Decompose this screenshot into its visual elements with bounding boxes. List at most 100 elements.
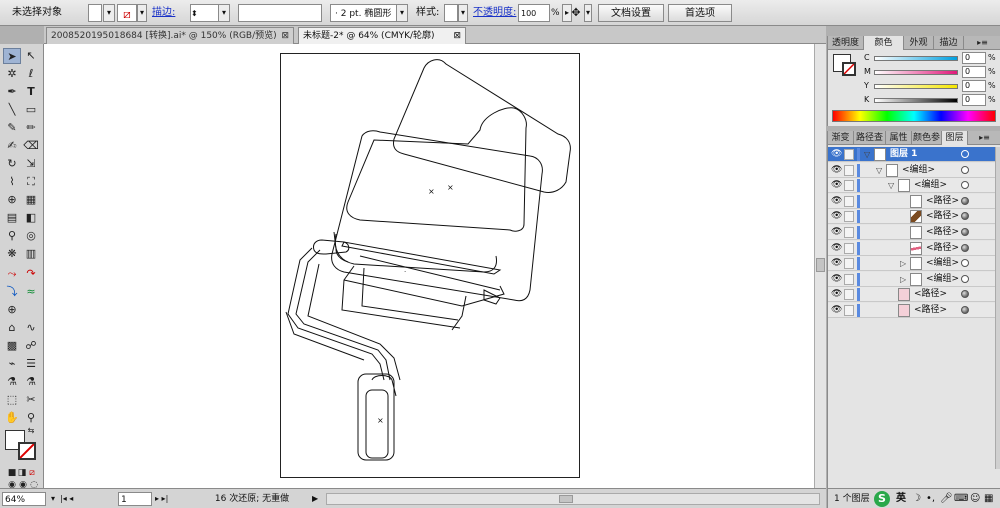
rotate-tool-icon[interactable]: ↻: [3, 156, 21, 172]
brush-dropdown[interactable]: ▾: [396, 4, 408, 22]
smooth-tool-icon[interactable]: ≈: [22, 284, 40, 300]
hand-tool-icon[interactable]: ✋: [3, 410, 21, 426]
layer-row[interactable]: 👁︎ <路径>: [828, 303, 995, 318]
artboard-nav-prev-icons[interactable]: |◂ ◂: [60, 492, 114, 506]
tab-layers[interactable]: 图层: [942, 131, 968, 145]
lock-toggle[interactable]: [844, 227, 854, 238]
cyan-value-input[interactable]: 0: [962, 52, 986, 64]
punctuation-icon[interactable]: •,: [926, 492, 935, 506]
zoom-dropdown-icon[interactable]: ▾: [48, 492, 58, 506]
tab-appearance[interactable]: 外观: [904, 36, 934, 50]
stroke-color-swatch[interactable]: [18, 442, 36, 460]
blend-tool-icon[interactable]: ◎: [22, 228, 40, 244]
align-tool-icon[interactable]: ☰: [22, 356, 40, 372]
rectangle-tool-icon[interactable]: ▭: [22, 102, 40, 118]
magenta-slider[interactable]: M 0 %: [864, 66, 996, 78]
status-menu-icon[interactable]: ▶: [312, 492, 322, 506]
lock-toggle[interactable]: [844, 289, 854, 301]
tab-color-guide[interactable]: 颜色参: [912, 131, 942, 145]
layers-scrollbar[interactable]: [995, 147, 1000, 469]
variable-width-profile[interactable]: [238, 4, 322, 22]
layer-row[interactable]: 👁︎ ▽ <编组>: [828, 178, 995, 194]
color-spectrum-bar[interactable]: [832, 110, 996, 122]
width-tool-icon[interactable]: ⤳: [3, 266, 21, 282]
stroke-dropdown[interactable]: ▾: [137, 4, 147, 22]
layer-row[interactable]: 👁︎ ▽ <编组>: [828, 162, 995, 178]
curvature-tool-icon[interactable]: ↷: [22, 266, 40, 282]
layer-row[interactable]: 👁︎ <路径>: [828, 287, 995, 303]
live-paint-bucket-tool-icon[interactable]: ⚗: [3, 374, 21, 390]
blob-brush-tool-icon[interactable]: ✍: [3, 138, 21, 154]
layers-menu-icon[interactable]: ▸≡: [968, 131, 1000, 145]
shape-builder-tool-icon[interactable]: ⊕: [3, 192, 21, 208]
collapse-triangle-icon[interactable]: ▽: [876, 164, 882, 177]
artboard-number-field[interactable]: 1: [118, 492, 152, 506]
eraser-tool-icon[interactable]: ⌫: [22, 138, 40, 154]
visibility-eye-icon[interactable]: 👁︎: [831, 165, 842, 176]
none-mode-icon[interactable]: ⧄: [23, 465, 41, 481]
zoom-field[interactable]: 64%: [2, 492, 46, 506]
live-paint-selection-tool-icon[interactable]: ⚗: [22, 374, 40, 390]
symbol-sprayer-tool-icon[interactable]: ❋: [3, 246, 21, 262]
recolor-dropdown[interactable]: ▾: [584, 4, 592, 22]
visibility-eye-icon[interactable]: 👁︎: [831, 196, 842, 207]
target-circle-icon[interactable]: [961, 228, 969, 236]
tab-pathfinder[interactable]: 路径查: [854, 131, 886, 145]
free-transform-tool-icon[interactable]: ⛶: [22, 174, 40, 190]
visibility-eye-icon[interactable]: 👁︎: [831, 227, 842, 238]
horizontal-scroll-thumb[interactable]: [559, 495, 573, 503]
layer-row[interactable]: 👁︎ ▷ <编组>: [828, 256, 995, 272]
swap-colors-icon[interactable]: ⇆: [26, 426, 36, 436]
opacity-link[interactable]: 不透明度:: [473, 4, 516, 22]
visibility-eye-icon[interactable]: 👁︎: [831, 180, 842, 191]
stroke-link[interactable]: 描边:: [152, 4, 175, 22]
fill-dropdown[interactable]: ▾: [103, 4, 115, 22]
layer-row[interactable]: 👁︎ <路径>: [828, 209, 995, 225]
column-graph-tool-icon[interactable]: ▥: [22, 246, 40, 262]
target-circle-icon[interactable]: [961, 150, 969, 158]
target-circle-icon[interactable]: [961, 274, 969, 283]
stroke-swatch[interactable]: ⧄: [117, 4, 137, 22]
perspective-tool-icon[interactable]: ▤: [3, 210, 21, 226]
target-circle-icon[interactable]: [961, 181, 969, 190]
toolbox-icon[interactable]: ▦: [984, 492, 993, 506]
target-circle-icon[interactable]: [961, 212, 969, 221]
visibility-eye-icon[interactable]: 👁︎: [831, 305, 842, 316]
target-circle-icon[interactable]: [961, 196, 969, 205]
paintbrush-tool-icon[interactable]: ✎: [3, 120, 21, 136]
microphone-icon[interactable]: 🎤︎: [940, 492, 953, 506]
lasso-tool-icon[interactable]: ℓ: [22, 66, 40, 82]
selection-tool-icon[interactable]: ➤: [3, 48, 21, 64]
target-circle-icon[interactable]: [961, 165, 969, 174]
layer-row[interactable]: 👁︎ <路径>: [828, 193, 995, 209]
wave-tool-icon[interactable]: ∿: [22, 320, 40, 336]
visibility-eye-icon[interactable]: 👁︎: [831, 211, 842, 222]
lock-toggle[interactable]: [844, 149, 854, 160]
stroke-weight-dropdown[interactable]: ▾: [218, 4, 230, 22]
mesh-tool-icon[interactable]: ▩: [3, 338, 21, 354]
tab-attributes[interactable]: 属性: [886, 131, 912, 145]
collapse-triangle-icon[interactable]: ▽: [888, 179, 894, 192]
live-paint-tool-icon[interactable]: ▦: [22, 192, 40, 208]
lock-toggle[interactable]: [844, 195, 854, 207]
canvas-vertical-scrollbar[interactable]: [814, 44, 826, 488]
close-tab-1-icon[interactable]: ⊠: [281, 28, 289, 44]
ime-mode-label[interactable]: 英: [896, 492, 906, 506]
layer-row[interactable]: 👁︎ <路径>: [828, 225, 995, 240]
cyan-slider-track[interactable]: [874, 56, 958, 61]
opacity-input[interactable]: 100: [518, 4, 550, 22]
document-setup-button[interactable]: 文档设置: [598, 4, 664, 22]
expand-triangle-icon[interactable]: ▷: [900, 273, 906, 286]
yellow-value-input[interactable]: 0: [962, 80, 986, 92]
horizontal-scrollbar[interactable]: [326, 493, 820, 505]
tab-stroke[interactable]: 描边: [934, 36, 964, 50]
envelope-tool-icon[interactable]: ⌂: [3, 320, 21, 336]
lock-toggle[interactable]: [844, 211, 854, 223]
expand-triangle-icon[interactable]: ▷: [900, 257, 906, 270]
tab-document-1[interactable]: 2008520195018684 [转换].ai* @ 150% (RGB/预览…: [46, 27, 294, 44]
color-stroke-swatch[interactable]: [842, 62, 856, 76]
scroll-thumb[interactable]: [816, 258, 825, 272]
target-tool-icon[interactable]: ⊕: [3, 302, 21, 318]
visibility-eye-icon[interactable]: 👁︎: [831, 243, 842, 254]
eyedropper-tool-icon[interactable]: ⚲: [3, 228, 21, 244]
